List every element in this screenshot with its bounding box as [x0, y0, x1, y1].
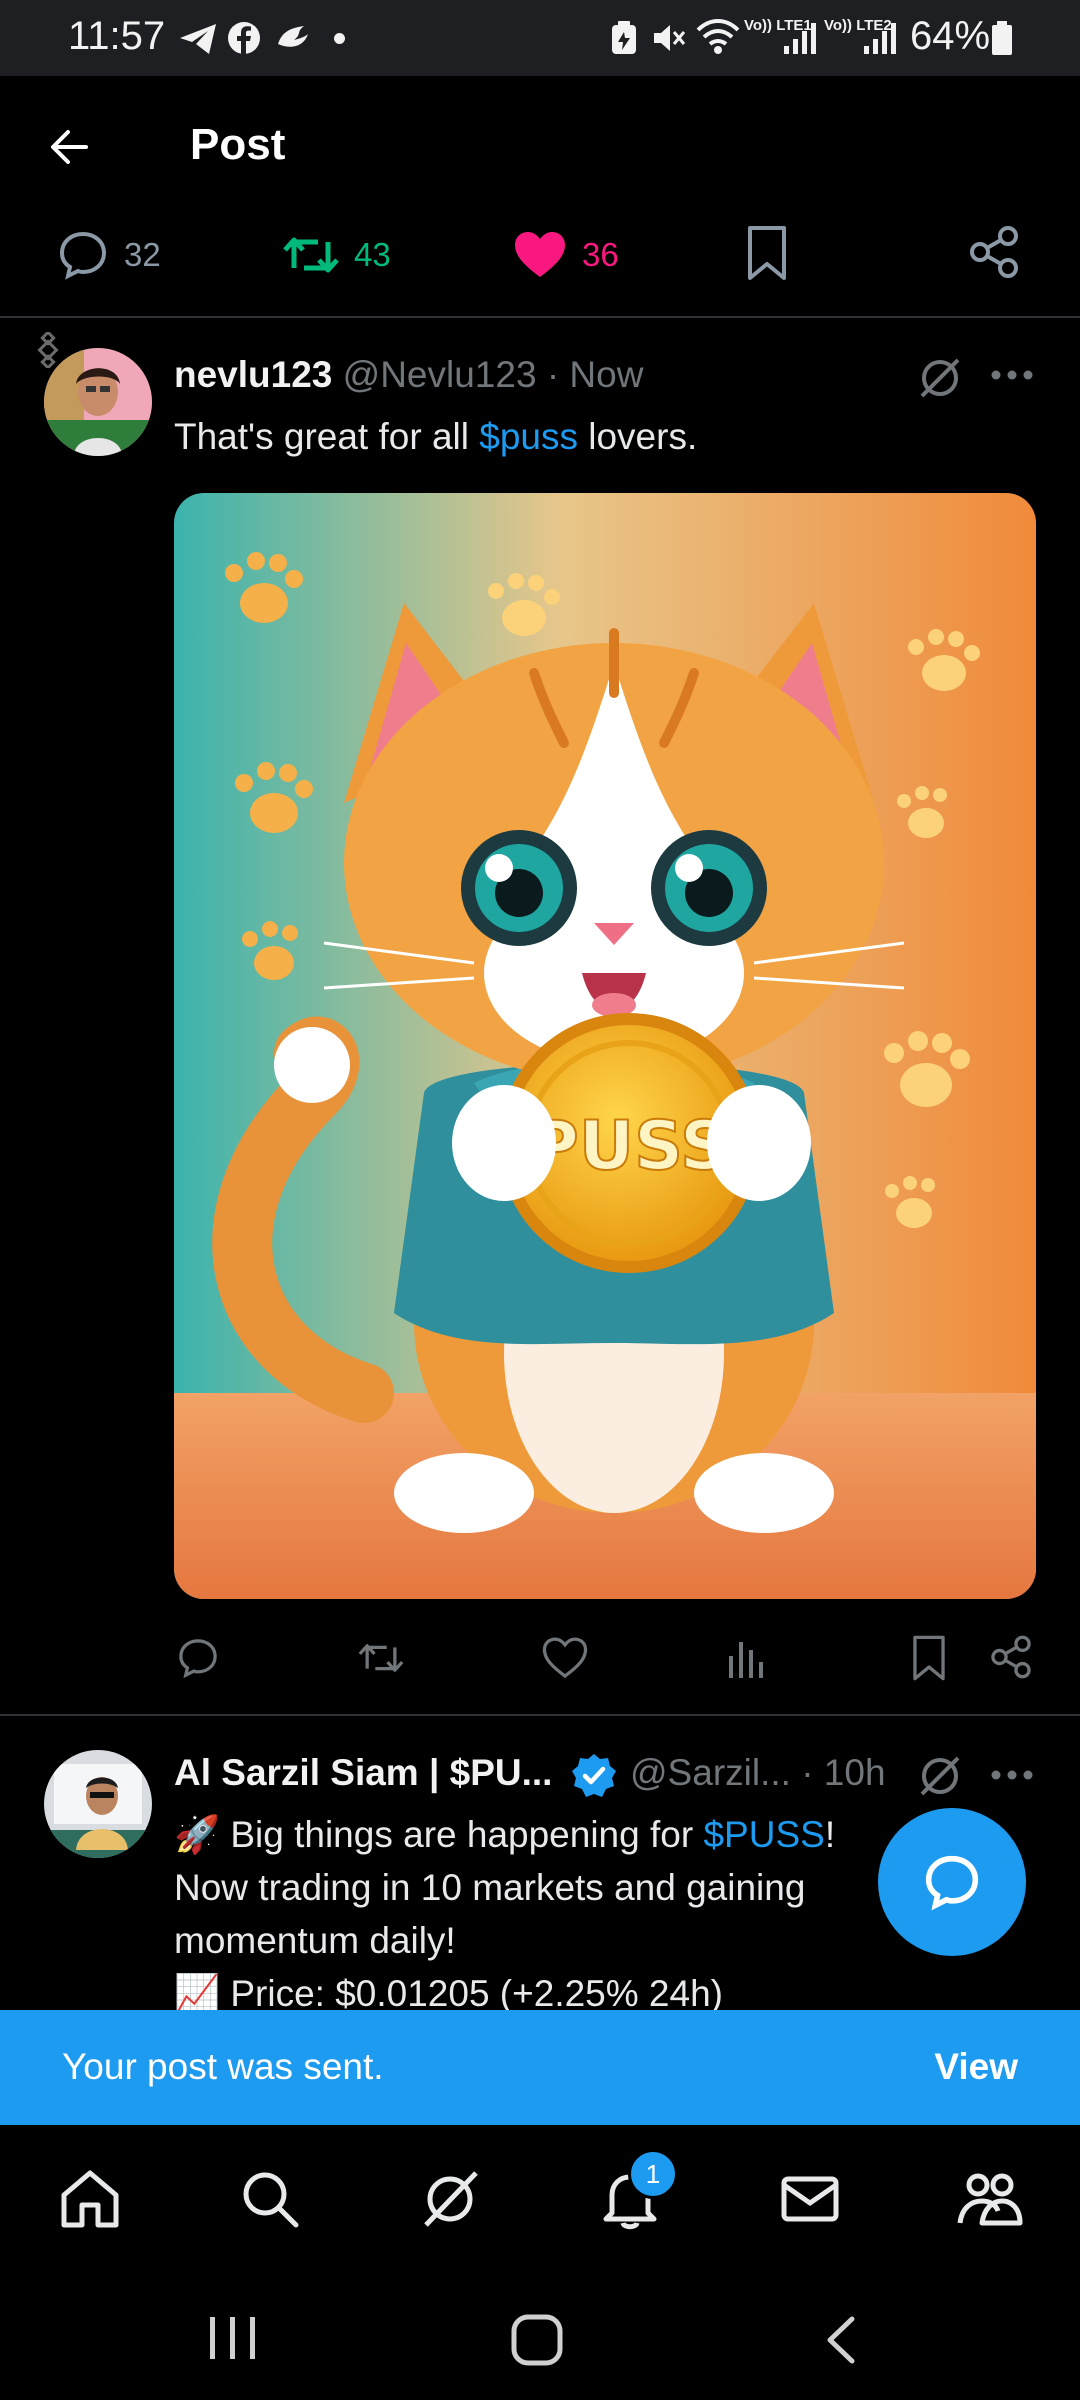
coin-label: PUSS [529, 1107, 729, 1186]
repost-icon [283, 237, 339, 273]
replies-count: 32 [124, 236, 161, 273]
author-name[interactable]: Al Sarzil Siam | $PU... [174, 1752, 552, 1793]
cashtag-link[interactable]: $PUSS [703, 1814, 824, 1855]
signal-sim2-icon [864, 23, 896, 54]
wifi-icon [696, 19, 740, 54]
tweet-text: 🚀 Big things are happening for $PUSS! No… [174, 1808, 835, 2020]
views-action-icon[interactable] [726, 1636, 766, 1680]
tweet-line: 🚀 Big things are happening for $PUSS! [174, 1814, 836, 1855]
reposts-stat[interactable]: 43 [282, 220, 391, 290]
cashtag-link[interactable]: $puss [479, 416, 578, 457]
like-action-icon[interactable] [542, 1636, 588, 1680]
battery-icon [992, 21, 1012, 55]
signal-sim1-icon [784, 23, 816, 54]
author-handle: @Sarzil... · 10h [630, 1752, 886, 1793]
communities-icon[interactable] [956, 2167, 1024, 2231]
battery-percent: 64% [910, 14, 991, 58]
recent-apps-icon[interactable] [206, 2313, 260, 2363]
facebook-icon [228, 22, 260, 54]
home-button-icon[interactable] [510, 2313, 564, 2367]
bottom-navigation: 1 [0, 2125, 1080, 2275]
replies-stat[interactable]: 32 [56, 220, 161, 290]
home-icon[interactable] [58, 2167, 122, 2231]
author-handle: @Nevlu123 · Now [342, 354, 644, 395]
telegram-icon [180, 24, 216, 54]
reply-action-icon[interactable] [176, 1636, 220, 1680]
more-options-icon[interactable] [988, 360, 1036, 390]
share-icon[interactable] [966, 224, 1022, 280]
bookmark-icon[interactable] [744, 224, 790, 282]
back-arrow-icon[interactable] [46, 124, 92, 170]
tweet-image[interactable]: PUSS [174, 493, 1036, 1599]
avatar[interactable] [44, 1750, 152, 1858]
post-sent-toast: Your post was sent. View [0, 2010, 1080, 2125]
toast-view-button[interactable]: View [934, 2046, 1018, 2088]
tweet-line: momentum daily! [174, 1920, 456, 1961]
author-name[interactable]: nevlu123 [174, 354, 332, 395]
back-button-icon[interactable] [820, 2313, 860, 2367]
grok-icon[interactable] [916, 354, 964, 402]
more-options-icon[interactable] [988, 1760, 1036, 1790]
search-icon[interactable] [238, 2167, 302, 2231]
grok-icon[interactable] [916, 1752, 964, 1800]
verified-badge-icon [572, 1754, 616, 1797]
mute-icon [654, 25, 686, 51]
share-action-icon[interactable] [988, 1634, 1034, 1680]
compose-fab-button[interactable] [878, 1808, 1026, 1956]
bookmark-action-icon[interactable] [910, 1634, 948, 1682]
heart-filled-icon [515, 232, 565, 277]
reposts-count: 43 [354, 236, 391, 273]
status-bar: 11:57 Vo)) LTE1 Vo)) LTE2 64% [0, 0, 1080, 76]
likes-count: 36 [582, 236, 619, 273]
more-notifications-dot [334, 33, 345, 44]
avatar[interactable] [44, 348, 152, 456]
grok-nav-icon[interactable] [418, 2167, 482, 2231]
header-divider [0, 316, 1080, 318]
likes-stat[interactable]: 36 [512, 220, 619, 290]
tweet-line: Now trading in 10 markets and gaining [174, 1867, 806, 1908]
app-notification-icon [278, 26, 308, 47]
page-title: Post [190, 120, 286, 169]
messages-envelope-icon[interactable] [778, 2167, 842, 2231]
tweet-divider [0, 1714, 1080, 1716]
status-time: 11:57 [68, 14, 166, 58]
reply-icon [59, 231, 107, 280]
notification-badge: 1 [628, 2149, 678, 2199]
message-bubble-icon [925, 1855, 979, 1911]
tweet-text: That's great for all $puss lovers. [174, 416, 698, 457]
system-navigation-bar [0, 2275, 1080, 2400]
toast-message: Your post was sent. [62, 2046, 384, 2087]
post-header: Post 32 43 36 [0, 76, 1080, 316]
repost-action-icon[interactable] [356, 1636, 406, 1680]
battery-saver-icon [612, 21, 636, 54]
